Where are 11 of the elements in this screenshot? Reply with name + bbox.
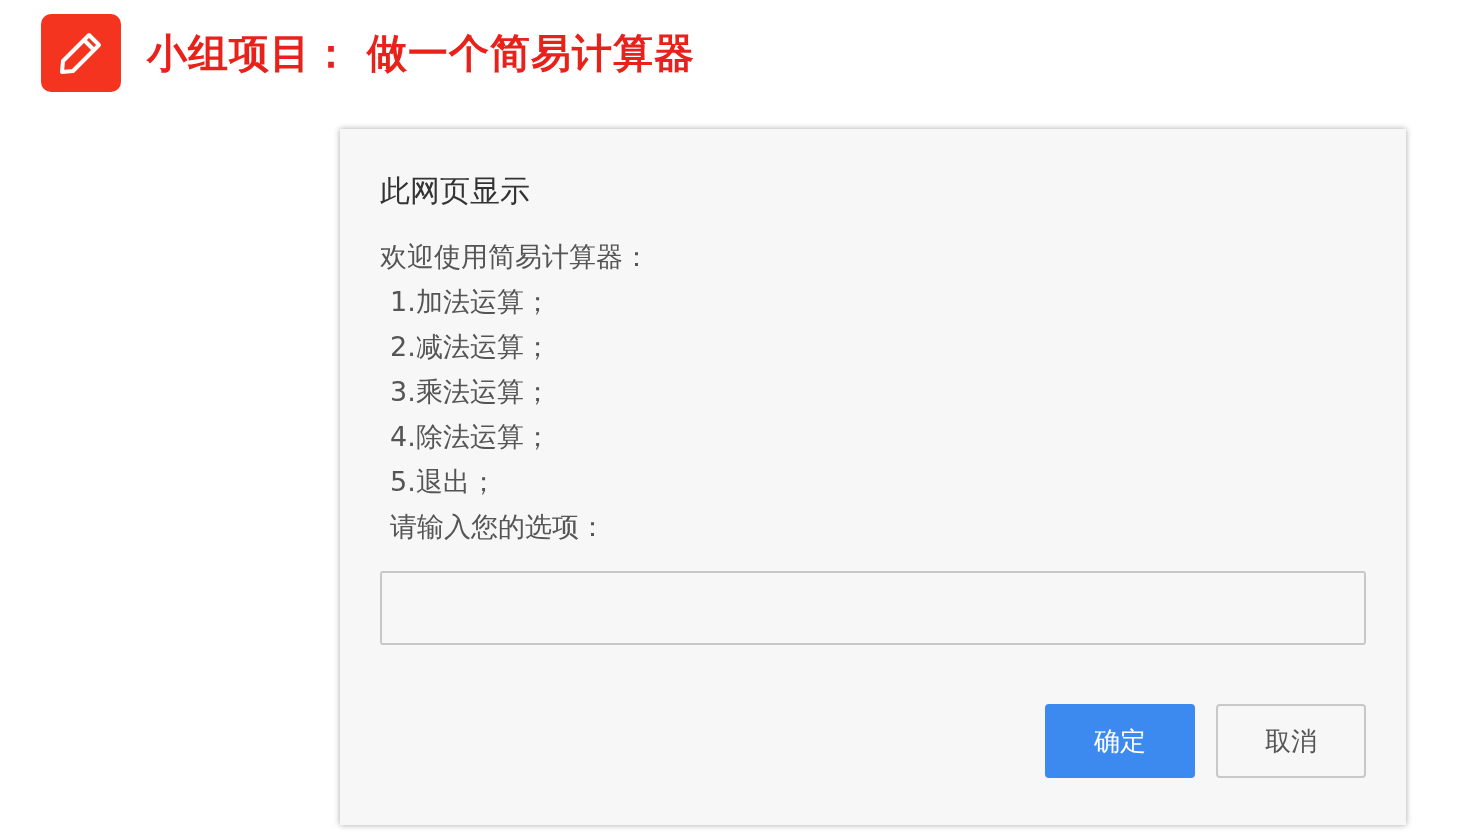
message-line: 4.除法运算； bbox=[389, 420, 552, 454]
message-line: 5.退出； bbox=[389, 465, 498, 499]
message-line: 1.加法运算； bbox=[389, 285, 552, 319]
message-line: 2.减法运算； bbox=[389, 330, 552, 364]
message-intro: 欢迎使用简易计算器： bbox=[380, 240, 651, 274]
page-title: 小组项目： 做一个简易计算器 bbox=[147, 28, 695, 78]
dialog-title: 此网页显示 bbox=[380, 172, 531, 210]
input-field[interactable] bbox=[380, 571, 1366, 645]
message-line: 请输入您的选项： bbox=[389, 510, 607, 544]
cancel-button[interactable]: 取消 bbox=[1216, 704, 1366, 778]
message-line: 3.乘法运算； bbox=[389, 375, 552, 409]
